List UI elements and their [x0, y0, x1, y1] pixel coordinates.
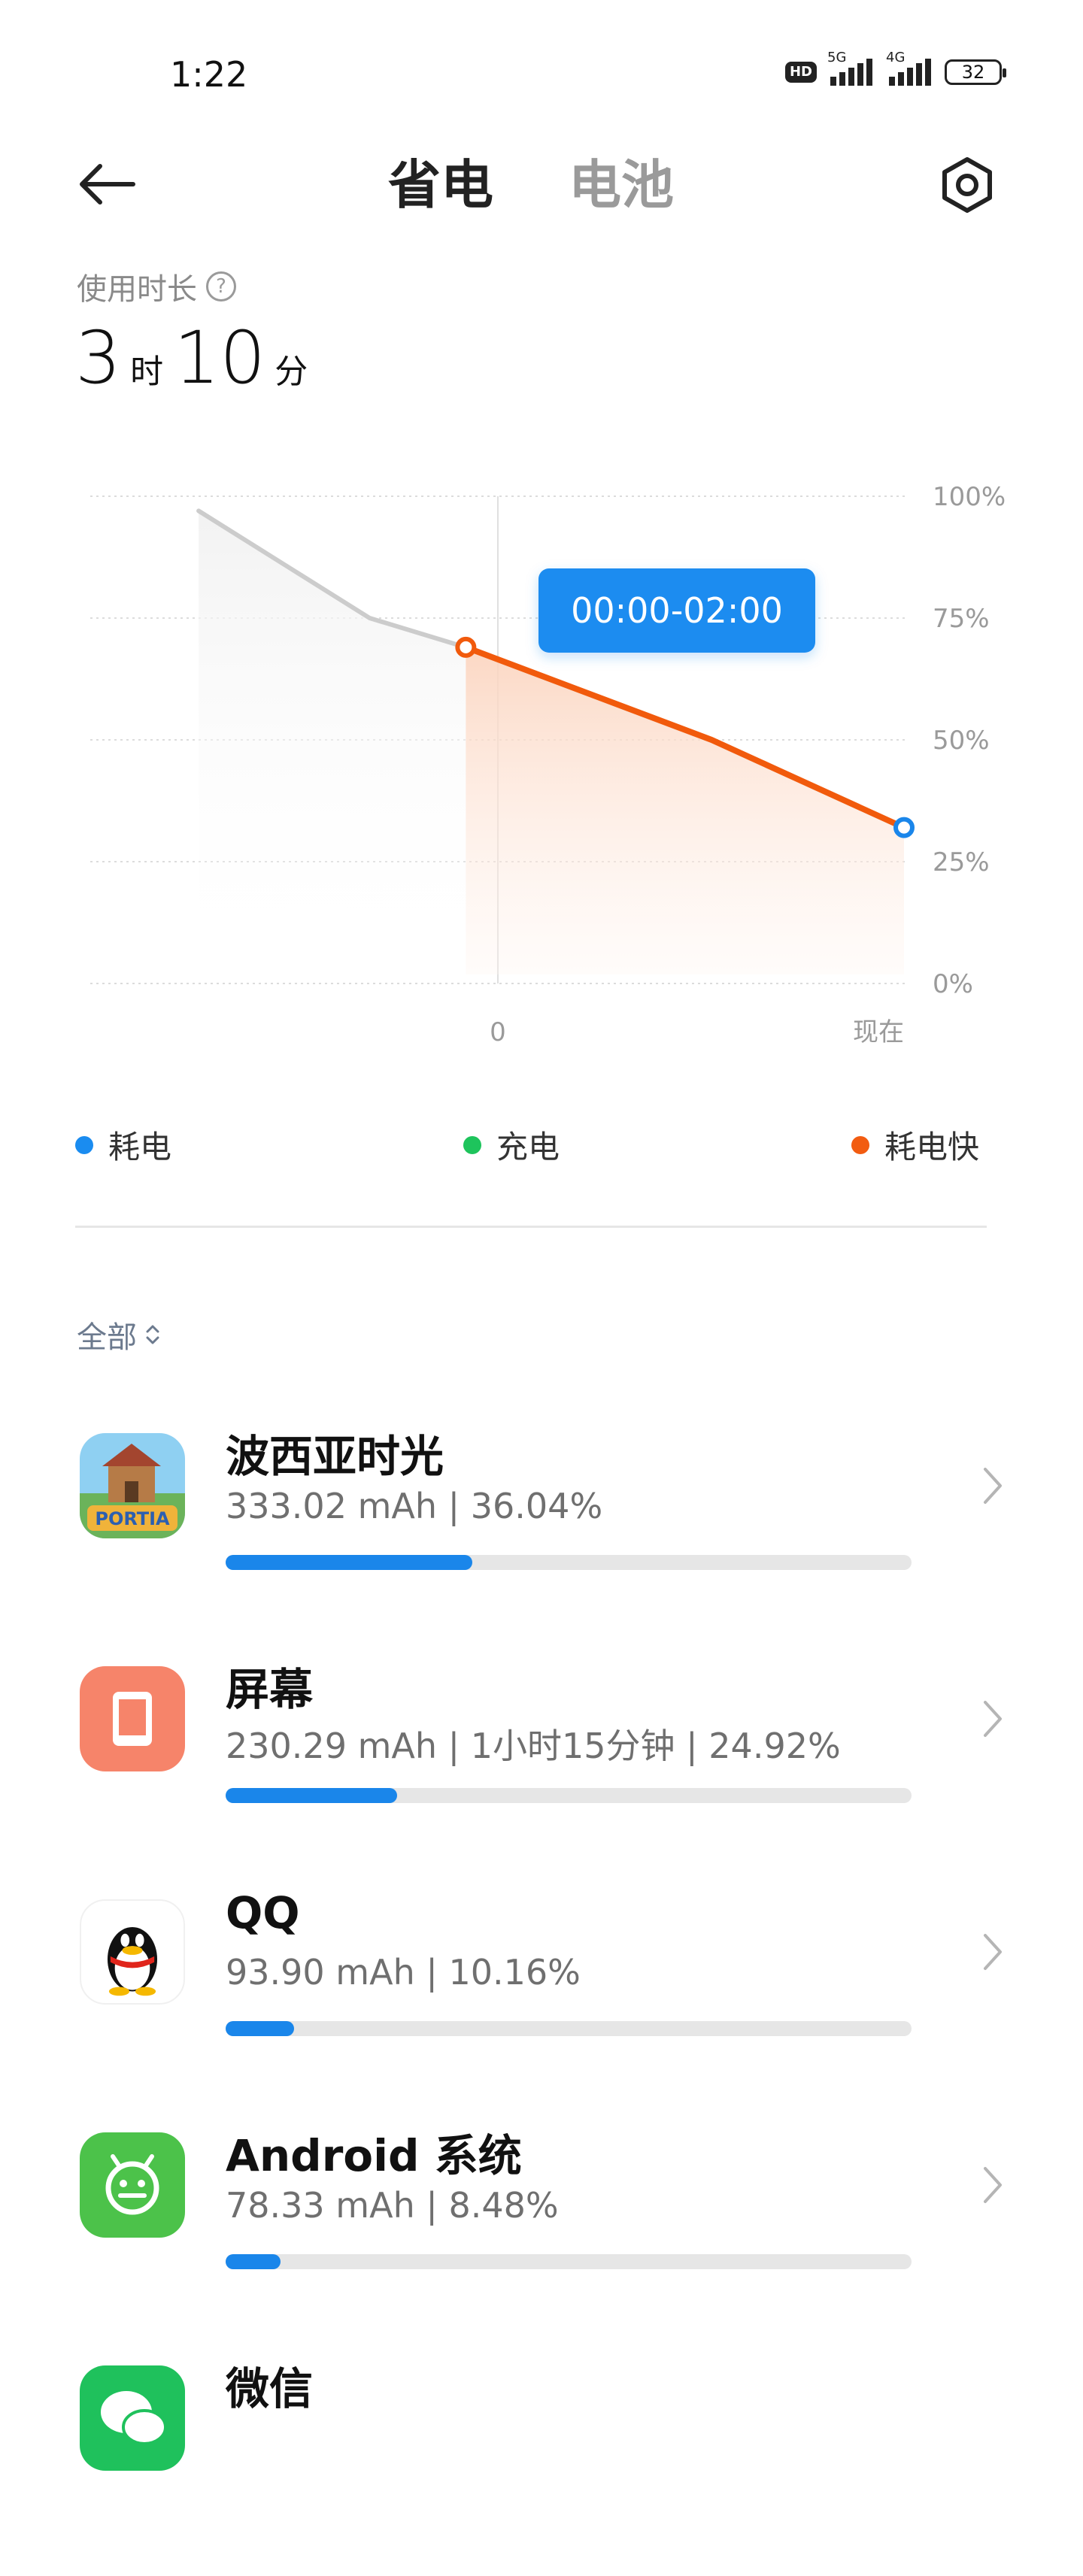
x-tick-label: 现在	[853, 1017, 904, 1047]
y-tick-label: 100%	[933, 482, 1006, 512]
portia-game-icon: PORTIA	[80, 1433, 185, 1538]
usage-bar	[226, 2254, 912, 2269]
y-tick-label: 50%	[933, 726, 990, 756]
screen-icon	[80, 1666, 185, 1771]
tab-battery[interactable]: 电池	[569, 143, 674, 219]
legend-label-fast-drain: 耗电快	[884, 1129, 980, 1165]
chevron-right-icon	[984, 1701, 1002, 1737]
signal-5g-icon: 5G	[827, 50, 875, 87]
legend-item-fast-drain: 耗电快	[851, 1122, 979, 1168]
android-icon	[80, 2132, 185, 2238]
y-tick-label: 25%	[933, 847, 990, 877]
app-row-portia[interactable]: PORTIA 波西亚时光 333.02 mAh | 36.04%	[0, 1411, 1083, 1644]
status-time: 1:22	[170, 54, 248, 95]
series-area	[199, 511, 466, 974]
usage-minutes-unit: 分	[275, 353, 308, 391]
app-usage-detail: 93.90 mAh | 10.16%	[226, 1952, 581, 1993]
status-icons: HD 5G 4G 32	[784, 50, 1006, 90]
chevron-right-icon	[984, 2167, 1002, 2203]
app-name: 微信	[226, 2363, 314, 2414]
usage-duration-value: 3 时 10 分	[75, 316, 318, 400]
x-tick-label: 0	[490, 1017, 506, 1047]
divider	[75, 1226, 987, 1228]
legend-label-drain: 耗电	[108, 1129, 172, 1165]
battery-level: 32	[961, 62, 985, 83]
data-point	[455, 636, 477, 658]
battery-chart[interactable]: 100% 75% 50% 25% 0% 0 现在 00:00-02:00	[0, 451, 1083, 1053]
filter-label: 全部	[77, 1320, 137, 1355]
svg-text:PORTIA: PORTIA	[95, 1508, 170, 1529]
legend-item-drain: 耗电	[75, 1122, 171, 1168]
wechat-icon	[80, 2365, 185, 2471]
arrow-left-icon	[80, 164, 135, 205]
y-tick-label: 0%	[933, 969, 973, 999]
settings-button[interactable]	[930, 147, 1005, 223]
usage-minutes: 10	[174, 316, 266, 400]
y-tick-label: 75%	[933, 604, 990, 634]
legend-dot-drain	[75, 1135, 93, 1154]
usage-bar-fill	[226, 2254, 281, 2269]
app-row-screen[interactable]: 屏幕 230.29 mAh | 1小时15分钟 | 24.92%	[0, 1644, 1083, 1877]
app-name: Android 系统	[226, 2130, 522, 2181]
legend-label-charge: 充电	[496, 1129, 560, 1165]
app-usage-detail: 333.02 mAh | 36.04%	[226, 1486, 603, 1526]
legend-item-charge: 充电	[463, 1122, 560, 1168]
app-usage-detail: 230.29 mAh | 1小时15分钟 | 24.92%	[226, 1726, 841, 1766]
usage-bar-fill	[226, 1788, 397, 1803]
app-name: 波西亚时光	[226, 1431, 444, 1482]
signal-4g-icon: 4G	[886, 50, 934, 87]
app-name: QQ	[226, 1887, 300, 1938]
series-area	[466, 647, 904, 974]
app-row-qq[interactable]: QQ 93.90 mAh | 10.16%	[0, 1877, 1083, 2110]
usage-hours: 3	[75, 316, 122, 400]
tooltip-text: 00:00-02:00	[571, 590, 783, 631]
data-point	[893, 817, 915, 838]
tab-power-saving[interactable]: 省电	[388, 143, 493, 219]
app-usage-detail: 78.33 mAh | 8.48%	[226, 2185, 559, 2226]
gear-icon	[942, 157, 992, 213]
usage-bar	[226, 1788, 912, 1803]
chevron-right-icon	[984, 1934, 1002, 1970]
usage-bar	[226, 1555, 912, 1570]
app-row-wechat[interactable]: 微信	[0, 2343, 1083, 2576]
usage-bar	[226, 2021, 912, 2036]
app-row-android[interactable]: Android 系统 78.33 mAh | 8.48%	[0, 2110, 1083, 2343]
net-type-4g: 4G	[886, 50, 906, 65]
usage-duration-label: 使用时长 ?	[77, 265, 236, 308]
legend-dot-fast-drain	[851, 1135, 869, 1154]
usage-bar-fill	[226, 2021, 295, 2036]
help-icon[interactable]: ?	[206, 271, 236, 302]
filter-dropdown[interactable]: 全部	[77, 1313, 161, 1356]
chevron-right-icon	[984, 1468, 1002, 1504]
usage-hours-unit: 时	[130, 353, 164, 391]
usage-bar-fill	[226, 1555, 473, 1570]
usage-label-text: 使用时长	[77, 272, 197, 307]
back-button[interactable]	[72, 150, 140, 218]
qq-penguin-icon	[80, 1899, 185, 2005]
app-name: 屏幕	[226, 1664, 314, 1715]
sort-chevron-icon	[146, 1325, 159, 1344]
battery-icon: 32	[945, 59, 1006, 85]
legend-dot-charge	[463, 1135, 481, 1154]
hd-badge: HD	[784, 62, 817, 83]
net-type-5g: 5G	[827, 50, 847, 65]
